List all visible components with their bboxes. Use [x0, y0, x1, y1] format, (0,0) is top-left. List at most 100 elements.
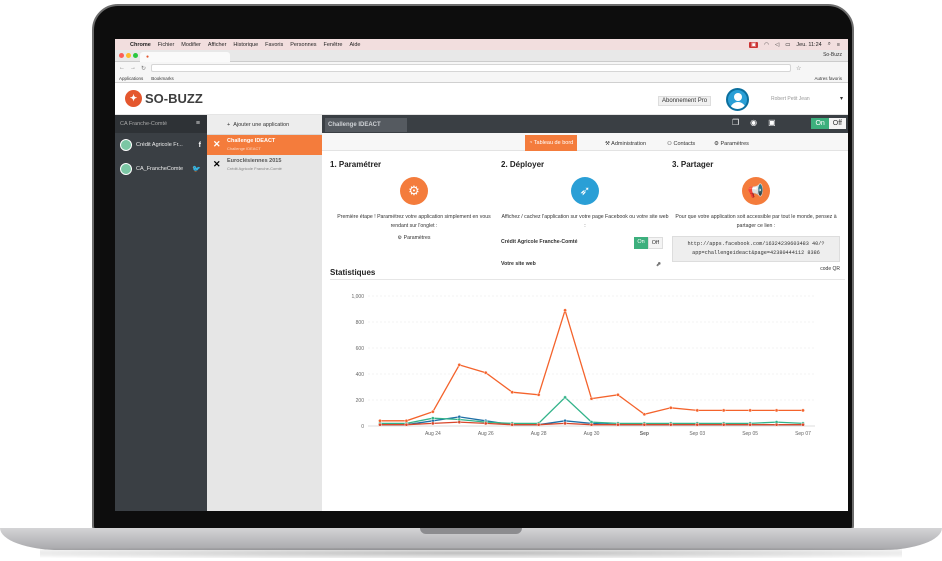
- eye-icon[interactable]: ◉: [750, 118, 757, 127]
- menu-icon[interactable]: ≡: [196, 120, 200, 127]
- search-icon[interactable]: ⌕: [828, 41, 831, 48]
- data-point: [563, 308, 567, 313]
- logo[interactable]: ✦ SO-BUZZ: [125, 90, 203, 107]
- tab-administration[interactable]: ⚒ Administration: [605, 137, 646, 151]
- tab-settings[interactable]: ⚙ Paramètres: [714, 137, 749, 151]
- x-tick-label: Sep 03: [689, 431, 705, 437]
- add-application-button[interactable]: + Ajouter une application: [207, 115, 322, 135]
- zoom-window-icon[interactable]: [133, 53, 138, 58]
- data-point: [404, 422, 409, 427]
- minimize-window-icon[interactable]: [126, 53, 131, 58]
- tab-label: Tableau de bord: [533, 140, 574, 146]
- x-tick-label: Aug 24: [425, 431, 441, 437]
- app-item-active[interactable]: ✕ Challenge IDEACT Challenge IDEACT: [207, 135, 322, 155]
- bookmark-bookmarks[interactable]: Bookmarks: [151, 76, 174, 81]
- toggle-off[interactable]: Off: [828, 118, 846, 129]
- menu-item-edit[interactable]: Modifier: [181, 42, 201, 48]
- avatar[interactable]: [726, 88, 749, 111]
- menu-item-view[interactable]: Afficher: [208, 42, 227, 48]
- app-header: ✦ SO-BUZZ Abonnement Pro Robert Petit Je…: [115, 83, 848, 115]
- toolbar-icons: ❐ ◉ ▣: [732, 118, 776, 127]
- back-icon[interactable]: ←: [119, 65, 125, 71]
- browser-tab[interactable]: ●: [140, 52, 230, 62]
- bookmarks-bar: Applications Bookmarks Autres favoris: [115, 74, 848, 83]
- facebook-square-icon[interactable]: ▣: [768, 118, 776, 127]
- app-tools-icon: ✕: [213, 159, 221, 169]
- data-point: [431, 421, 435, 426]
- duplicate-icon[interactable]: ❐: [732, 118, 739, 127]
- menu-item-bookmarks[interactable]: Favoris: [265, 42, 283, 48]
- bookmark-applications[interactable]: Applications: [119, 76, 143, 81]
- volume-icon[interactable]: ◁: [775, 42, 779, 48]
- step-deploy: 2. Déployer ➶ Affichez / cachez l'applic…: [501, 160, 669, 268]
- menu-item-people[interactable]: Personnes: [290, 42, 316, 48]
- menu-item-help[interactable]: Aide: [349, 42, 360, 48]
- menu-item-file[interactable]: Fichier: [158, 42, 175, 48]
- data-point: [457, 420, 462, 424]
- site-label: Votre site web: [501, 261, 536, 267]
- data-point: [589, 422, 594, 427]
- twitter-icon: 🐦: [192, 166, 201, 173]
- page-toggle[interactable]: On Off: [634, 237, 663, 249]
- list-icon[interactable]: ≡: [837, 42, 840, 48]
- data-point: [774, 408, 779, 413]
- data-point: [563, 395, 567, 400]
- settings-link[interactable]: ⚙ Paramètres: [330, 235, 498, 241]
- plan-badge[interactable]: Abonnement Pro: [658, 96, 712, 106]
- clock[interactable]: Jeu. 11:24: [796, 42, 821, 48]
- app-item[interactable]: ✕ Euroclésiennes 2015 Crédit Agricole Fr…: [207, 155, 322, 175]
- menu-item-window[interactable]: Fenêtre: [324, 42, 343, 48]
- data-point: [801, 422, 805, 427]
- app-toggle[interactable]: On Off: [811, 118, 846, 129]
- data-point: [589, 396, 594, 401]
- sidebar-item-facebook-page[interactable]: Crédit Agricole Fr... f: [115, 133, 207, 157]
- toggle-off[interactable]: Off: [647, 237, 663, 249]
- username[interactable]: Robert Petit Jean: [771, 96, 810, 102]
- tab-label: Paramètres: [720, 141, 749, 147]
- gear-icon: ⚙: [397, 235, 403, 241]
- x-tick-label: Aug 26: [478, 431, 494, 437]
- app-subtitle: Crédit Agricole Franche-Comté: [227, 166, 282, 171]
- chevron-down-icon[interactable]: ▾: [840, 95, 843, 102]
- browser-tabbar: ● So-Buzz: [115, 50, 848, 62]
- y-tick-label: 0: [361, 424, 364, 430]
- qr-code-link[interactable]: code QR: [672, 266, 840, 272]
- sidebar-account[interactable]: CA Franche-Comté ≡: [115, 115, 207, 133]
- data-point: [483, 421, 488, 426]
- battery-icon[interactable]: ▭: [785, 42, 790, 48]
- reload-icon[interactable]: ↻: [141, 65, 146, 72]
- toggle-on[interactable]: On: [634, 237, 648, 249]
- star-icon[interactable]: ☆: [796, 65, 801, 72]
- data-point: [721, 408, 726, 413]
- share-link[interactable]: http://apps.facebook.com/16324239603483 …: [672, 236, 840, 262]
- sidebar-item-label: Crédit Agricole Fr...: [136, 142, 183, 148]
- users-icon: ⚇: [667, 141, 672, 147]
- wifi-icon[interactable]: ◠: [764, 42, 769, 48]
- sidebar-item-twitter-page[interactable]: CA_FrancheComte 🐦: [115, 157, 207, 181]
- data-point: [774, 422, 779, 427]
- app-name: Euroclésiennes 2015: [227, 158, 282, 164]
- toggle-on[interactable]: On: [811, 118, 829, 129]
- x-tick-label: Sep: [640, 431, 649, 437]
- x-tick-label: Sep 07: [795, 431, 811, 437]
- external-link-icon[interactable]: ⇗: [656, 261, 661, 268]
- rocket-icon: ➶: [571, 177, 599, 205]
- url-input[interactable]: [151, 64, 792, 72]
- forward-icon[interactable]: →: [130, 65, 136, 71]
- window-controls: [119, 53, 138, 58]
- other-bookmarks[interactable]: Autres favoris: [814, 76, 842, 81]
- menu-item-history[interactable]: Historique: [233, 42, 258, 48]
- tab-dashboard[interactable]: ◔ Tableau de bord: [525, 135, 578, 151]
- y-tick-label: 800: [356, 320, 365, 326]
- laptop-shadow: [40, 548, 902, 558]
- app-list: + Ajouter une application ✕ Challenge ID…: [207, 115, 322, 511]
- stats-chart: 0 200 400 600 800 1,000 Aug 24 Aug 26 Aug 28 Aug …: [351, 294, 815, 437]
- status-chip-icon[interactable]: ▣: [748, 41, 759, 48]
- close-window-icon[interactable]: [119, 53, 124, 58]
- tab-contacts[interactable]: ⚇ Contacts: [667, 137, 695, 151]
- data-point: [642, 412, 647, 417]
- tab-favicon-icon: ●: [146, 54, 150, 60]
- logo-bubble-icon: ✦: [125, 90, 142, 107]
- step-text: Première étape ! Paramétrez votre applic…: [337, 214, 491, 229]
- menu-item-chrome[interactable]: Chrome: [130, 42, 151, 48]
